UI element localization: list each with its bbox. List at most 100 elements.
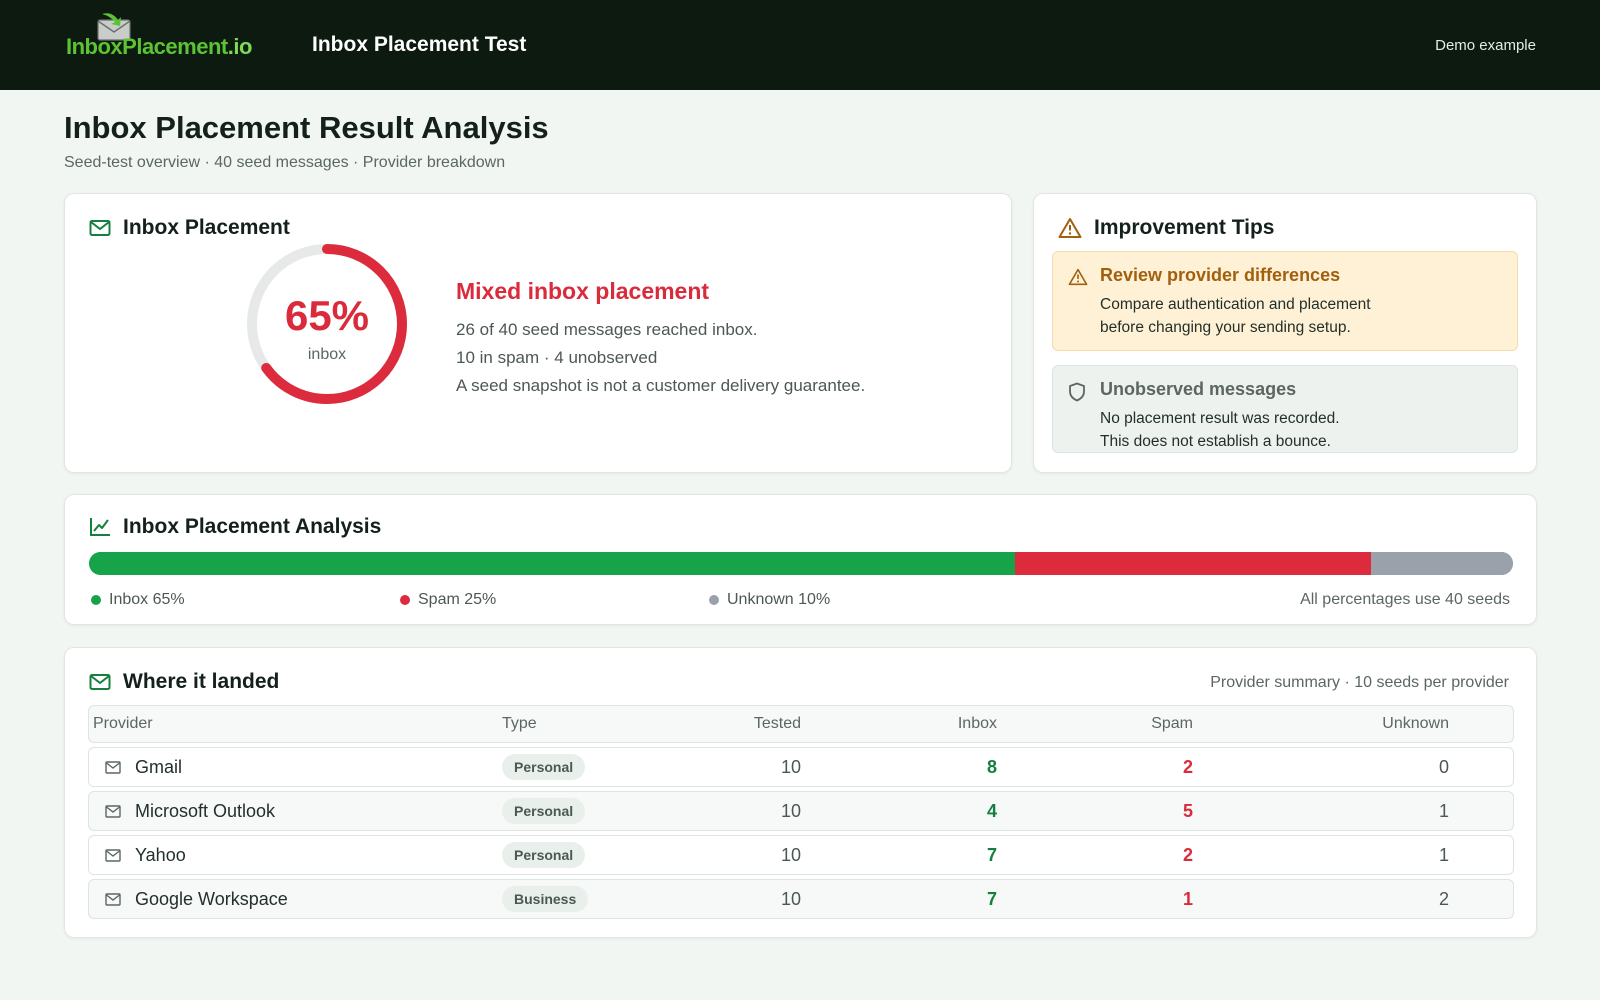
inbox-cell: 4 [986,800,997,821]
type-badge: Personal [502,798,586,824]
mail-icon [105,760,121,774]
table-row[interactable]: Gmail Personal 10 8 2 0 [88,747,1514,787]
where-it-landed-title: Where it landed [123,670,280,693]
tip-title: Review provider differences [1100,265,1341,285]
tested-cell: 10 [780,888,801,909]
improvement-tips-title: Improvement Tips [1094,216,1275,239]
warning-icon [1068,268,1088,286]
analysis-note: All percentages use 40 seeds [1300,591,1510,608]
table-header: Provider Type Tested Inbox Spam Unknown [88,705,1514,743]
provider-cell: Gmail [105,748,182,786]
legend-unknown: Unknown 10% [709,591,830,609]
warning-icon [1058,218,1082,238]
unknown-cell: 0 [1438,756,1449,777]
unknown-cell: 1 [1438,844,1449,865]
column-header-spam[interactable]: Spam [1049,706,1193,742]
placement-detail-reached: 26 of 40 seed messages reached inbox. [456,320,758,339]
type-cell: Business [502,880,589,918]
placement-analysis-card: Inbox Placement Analysis Inbox 65% Spam … [64,494,1537,625]
placement-stacked-bar [89,552,1513,575]
logo-text: InboxPlacement.io [66,34,252,60]
column-header-tested[interactable]: Tested [649,706,801,742]
inbox-placement-title: Inbox Placement [123,216,290,239]
inbox-placement-card: Inbox Placement 65% inbox Mixed inbox pl… [64,193,1012,473]
unknown-cell: 1 [1438,800,1449,821]
bar-segment-inbox [89,552,1015,575]
type-cell: Personal [502,836,586,874]
placement-verdict: Mixed inbox placement [456,278,710,304]
tip-body: Compare authentication and placement bef… [1100,293,1500,339]
legend-inbox: Inbox 65% [91,591,185,609]
spam-cell: 2 [1182,756,1193,777]
logo[interactable]: InboxPlacement.io [66,10,266,66]
tip-title: Unobserved messages [1100,379,1297,399]
legend-label: Spam 25% [418,591,497,608]
provider-cell: Yahoo [105,836,186,874]
app-title: Inbox Placement Test [312,33,527,56]
tested-cell: 10 [780,844,801,865]
page-subtitle: Seed-test overview · 40 seed messages · … [64,154,506,171]
inbox-cell: 7 [986,888,997,909]
column-header-unknown[interactable]: Unknown [1289,706,1449,742]
type-badge: Business [502,886,589,912]
legend-label: Inbox 65% [109,591,185,608]
logo-text-suffix: .io [227,34,253,59]
inbox-percent-caption: inbox [307,346,347,363]
provider-name: Gmail [135,756,183,777]
legend-label: Unknown 10% [727,591,831,608]
mail-icon [105,804,121,818]
tip-body-line: No placement result was recorded. [1100,410,1340,427]
provider-name: Google Workspace [135,888,288,909]
type-badge: Personal [502,754,586,780]
mail-icon [105,848,121,862]
spam-cell: 2 [1182,844,1193,865]
mail-icon [89,220,111,236]
tip-body-line: before changing your sending setup. [1100,319,1351,336]
placement-analysis-title: Inbox Placement Analysis [123,515,382,538]
provider-cell: Microsoft Outlook [105,792,275,830]
tip-unobserved-messages[interactable]: Unobserved messages No placement result … [1052,365,1518,453]
unknown-cell: 2 [1438,888,1449,909]
bar-segment-spam [1014,552,1371,575]
tip-body-line: Compare authentication and placement [1100,296,1371,313]
improvement-tips-card: Improvement Tips Review provider differe… [1033,193,1537,473]
placement-detail-spam: 10 in spam · 4 unobserved [456,348,658,367]
tip-body-line: This does not establish a bounce. [1100,433,1331,450]
tested-cell: 10 [780,800,801,821]
table-row[interactable]: Google Workspace Business 10 7 1 2 [88,879,1514,919]
line-chart-icon [90,518,110,536]
legend-spam: Spam 25% [400,591,496,609]
type-cell: Personal [502,748,586,786]
table-row[interactable]: Yahoo Personal 10 7 2 1 [88,835,1514,875]
type-cell: Personal [502,792,586,830]
inbox-cell: 7 [986,844,997,865]
legend-dot [91,595,101,605]
column-header-inbox[interactable]: Inbox [849,706,997,742]
placement-analysis-header: Inbox Placement Analysis [89,515,381,539]
tested-cell: 10 [780,756,801,777]
bar-segment-unknown [1370,552,1513,575]
provider-cell: Google Workspace [105,880,288,918]
where-it-landed-header: Where it landed [89,670,279,694]
shield-icon [1069,382,1085,402]
tip-provider-differences[interactable]: Review provider differences Compare auth… [1052,251,1518,351]
page-title: Inbox Placement Result Analysis [64,110,549,145]
provider-name: Yahoo [135,844,186,865]
column-header-provider[interactable]: Provider [93,706,153,742]
provider-name: Microsoft Outlook [135,800,276,821]
inbox-cell: 8 [986,756,997,777]
provider-summary-meta: Provider summary · 10 seeds per provider [1210,674,1509,691]
legend-dot [709,595,719,605]
column-header-type[interactable]: Type [502,706,537,742]
table-row[interactable]: Microsoft Outlook Personal 10 4 5 1 [88,791,1514,831]
mail-icon [89,674,111,690]
demo-label[interactable]: Demo example [1435,37,1536,54]
type-badge: Personal [502,842,586,868]
top-bar: InboxPlacement.io Inbox Placement Test D… [0,0,1600,90]
inbox-percent: 65% [284,292,370,339]
spam-cell: 5 [1182,800,1193,821]
improvement-tips-header: Improvement Tips [1058,216,1275,240]
logo-text-main: InboxPlacement [66,34,228,59]
spam-cell: 1 [1182,888,1193,909]
legend-dot [400,595,410,605]
